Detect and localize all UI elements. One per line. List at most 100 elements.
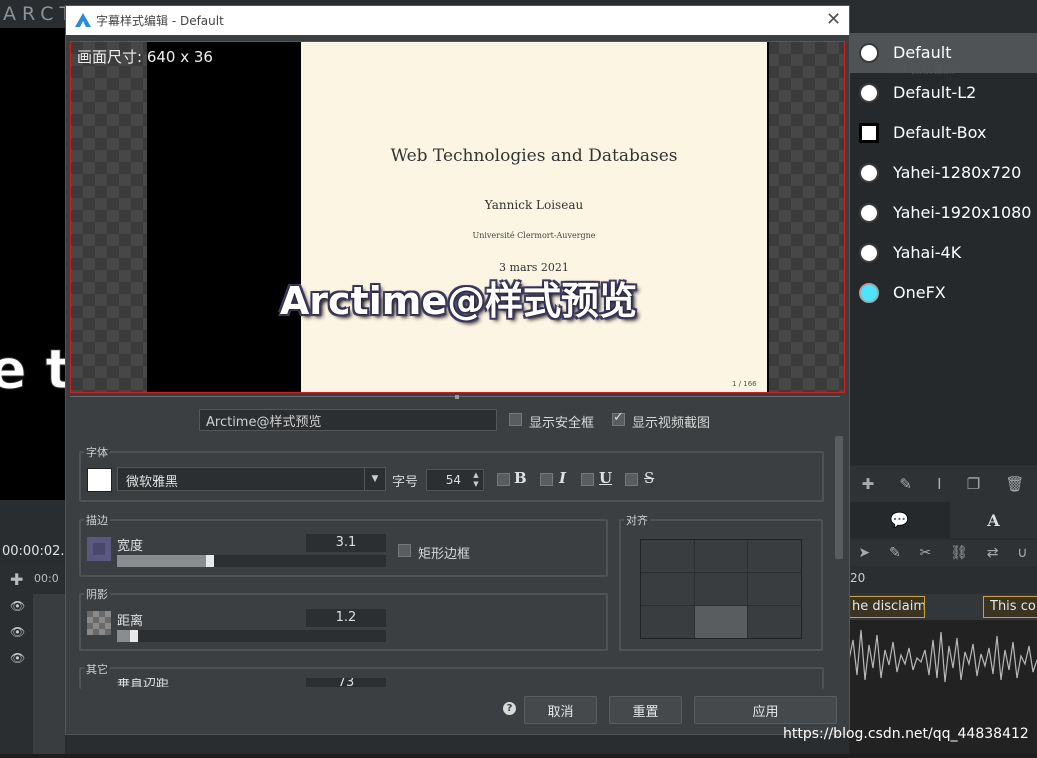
pointer-icon[interactable]: ➤ bbox=[858, 545, 870, 561]
style-item-label: Yahai-4K bbox=[893, 243, 962, 262]
outline-width-value[interactable]: 3.1 bbox=[306, 534, 386, 552]
ruler-start-label: 00:0 bbox=[34, 572, 59, 585]
shadow-color-swatch[interactable] bbox=[87, 611, 111, 635]
subtitle-style-dialog: 字幕样式编辑 - Default ✕ Web Technologies and … bbox=[65, 5, 850, 735]
comment-icon[interactable]: 💬 bbox=[849, 502, 950, 538]
style-item-default-l2[interactable]: Default-L2 bbox=[849, 73, 1037, 113]
font-family-value: 微软雅黑 bbox=[126, 475, 179, 490]
vertical-margin-value[interactable]: 73 bbox=[306, 678, 386, 687]
panel-tabs: 💬 A bbox=[849, 502, 1037, 538]
edit-icon[interactable]: ✎ bbox=[889, 545, 901, 561]
strikethrough-checkbox[interactable] bbox=[625, 473, 638, 486]
preview-subtitle-text: Arctime@样式预览 bbox=[279, 279, 638, 323]
style-item-label: OneFX bbox=[893, 283, 946, 302]
trash-icon[interactable]: 🗑 bbox=[1005, 475, 1024, 493]
font-family-select[interactable]: 微软雅黑 ▼ bbox=[117, 467, 386, 491]
italic-label: I bbox=[559, 469, 567, 487]
apply-button[interactable]: 应用 bbox=[694, 696, 837, 724]
italic-checkbox[interactable] bbox=[540, 473, 553, 486]
stepper-arrows-icon[interactable]: ▲ ▼ bbox=[469, 471, 483, 489]
chevron-down-icon[interactable]: ▼ bbox=[364, 468, 385, 490]
cancel-button[interactable]: 取消 bbox=[524, 696, 597, 724]
align-middle-right[interactable] bbox=[748, 573, 801, 605]
style-color-dot bbox=[859, 163, 879, 183]
align-middle-center[interactable] bbox=[694, 573, 748, 605]
add-track-icon[interactable]: ✚ bbox=[10, 570, 23, 589]
settings-scrollbar[interactable] bbox=[835, 436, 843, 559]
rect-border-label: 矩形边框 bbox=[418, 547, 471, 562]
style-item-default[interactable]: Default 54 微软雅黑 bbox=[849, 33, 1037, 76]
link-icon[interactable]: ⛓ bbox=[950, 545, 968, 561]
style-item-label: Default bbox=[893, 43, 952, 62]
style-list-toolbar: ✚ ✎ I ❐ 🗑 bbox=[849, 466, 1037, 502]
font-group-label: 字体 bbox=[84, 444, 110, 460]
underline-checkbox[interactable] bbox=[581, 473, 594, 486]
help-icon[interactable]: ? bbox=[503, 702, 516, 715]
show-video-frame-label: 显示视频截图 bbox=[632, 416, 711, 431]
font-size-stepper[interactable]: 54 ▲ ▼ bbox=[426, 469, 484, 491]
underline-label: U bbox=[599, 469, 613, 487]
subtitle-track[interactable]: he disclaim. This co bbox=[845, 594, 1037, 620]
align-middle-left[interactable] bbox=[641, 573, 694, 605]
style-item-yahai-4k[interactable]: Yahai-4K bbox=[849, 233, 1037, 273]
background-video-preview: e to bbox=[0, 28, 65, 500]
eye-icon[interactable]: 👁 bbox=[10, 651, 25, 665]
reset-button[interactable]: 重置 bbox=[609, 696, 682, 724]
style-color-dot bbox=[859, 283, 879, 303]
style-color-dot bbox=[859, 83, 879, 103]
show-safe-frame-checkbox[interactable] bbox=[509, 413, 522, 426]
eye-icon[interactable]: 👁 bbox=[10, 599, 25, 613]
swap-icon[interactable]: ⇄ bbox=[987, 545, 999, 561]
font-color-swatch[interactable] bbox=[87, 468, 112, 492]
align-bottom-center[interactable] bbox=[694, 606, 748, 638]
pencil-icon[interactable]: ✎ bbox=[899, 475, 912, 493]
style-color-dot bbox=[859, 243, 879, 263]
style-item-yahei-1280[interactable]: Yahei-1280x720 bbox=[849, 153, 1037, 193]
text-cursor-icon[interactable]: I bbox=[937, 475, 941, 493]
font-size-value: 54 bbox=[445, 473, 461, 487]
other-group-clip: 垂直边距 73 bbox=[66, 678, 846, 687]
align-group-label: 对齐 bbox=[624, 512, 650, 528]
subtitle-clip[interactable]: he disclaim. bbox=[845, 596, 925, 618]
font-icon[interactable]: A bbox=[950, 502, 1037, 538]
bold-label: B bbox=[514, 469, 527, 487]
outline-width-slider[interactable] bbox=[117, 555, 386, 567]
shadow-distance-value[interactable]: 1.2 bbox=[306, 609, 386, 627]
slider-fill bbox=[117, 555, 206, 567]
style-color-dot bbox=[859, 43, 879, 63]
show-video-frame-checkbox[interactable] bbox=[612, 410, 625, 426]
add-icon[interactable]: ✚ bbox=[862, 475, 875, 493]
outline-group-label: 描边 bbox=[84, 512, 110, 528]
style-item-onefx[interactable]: OneFX bbox=[849, 273, 1037, 313]
align-bottom-left[interactable] bbox=[641, 606, 694, 638]
shadow-distance-slider[interactable] bbox=[117, 630, 386, 642]
subtitle-clip[interactable]: This co bbox=[983, 596, 1037, 618]
magnet-icon[interactable]: ∪ bbox=[1017, 545, 1027, 561]
style-item-default-box[interactable]: Default-Box bbox=[849, 113, 1037, 153]
rect-border-checkbox[interactable] bbox=[398, 544, 411, 557]
slider-fill bbox=[117, 630, 130, 642]
slider-handle[interactable] bbox=[206, 555, 214, 567]
close-icon[interactable]: ✕ bbox=[826, 9, 841, 30]
align-top-left[interactable] bbox=[641, 540, 694, 572]
eye-icon[interactable]: 👁 bbox=[10, 625, 25, 639]
preview-text-input[interactable] bbox=[199, 409, 497, 431]
style-item-yahei-1920[interactable]: Yahei-1920x1080 bbox=[849, 193, 1037, 233]
scissors-icon[interactable]: ✂ bbox=[920, 545, 932, 561]
dialog-title: 字幕样式编辑 - Default bbox=[96, 14, 224, 28]
bold-checkbox[interactable] bbox=[497, 473, 510, 486]
dialog-titlebar[interactable]: 字幕样式编辑 - Default ✕ bbox=[66, 6, 849, 35]
align-bottom-right[interactable] bbox=[748, 606, 801, 638]
slide-page-number: 1 / 166 bbox=[732, 380, 757, 388]
align-top-center[interactable] bbox=[694, 540, 748, 572]
ruler-label: 20 bbox=[850, 571, 866, 585]
slide-author: Yannick Loiseau bbox=[484, 198, 584, 212]
splitter-handle[interactable] bbox=[455, 395, 459, 399]
copy-icon[interactable]: ❐ bbox=[967, 475, 980, 493]
arctime-logo-icon bbox=[75, 13, 91, 27]
outline-color-swatch[interactable] bbox=[87, 537, 111, 561]
slider-handle[interactable] bbox=[130, 630, 138, 642]
align-top-right[interactable] bbox=[748, 540, 801, 572]
slide-affiliation: Université Clermort-Auvergne bbox=[472, 231, 596, 240]
timeline-track[interactable] bbox=[33, 594, 65, 754]
